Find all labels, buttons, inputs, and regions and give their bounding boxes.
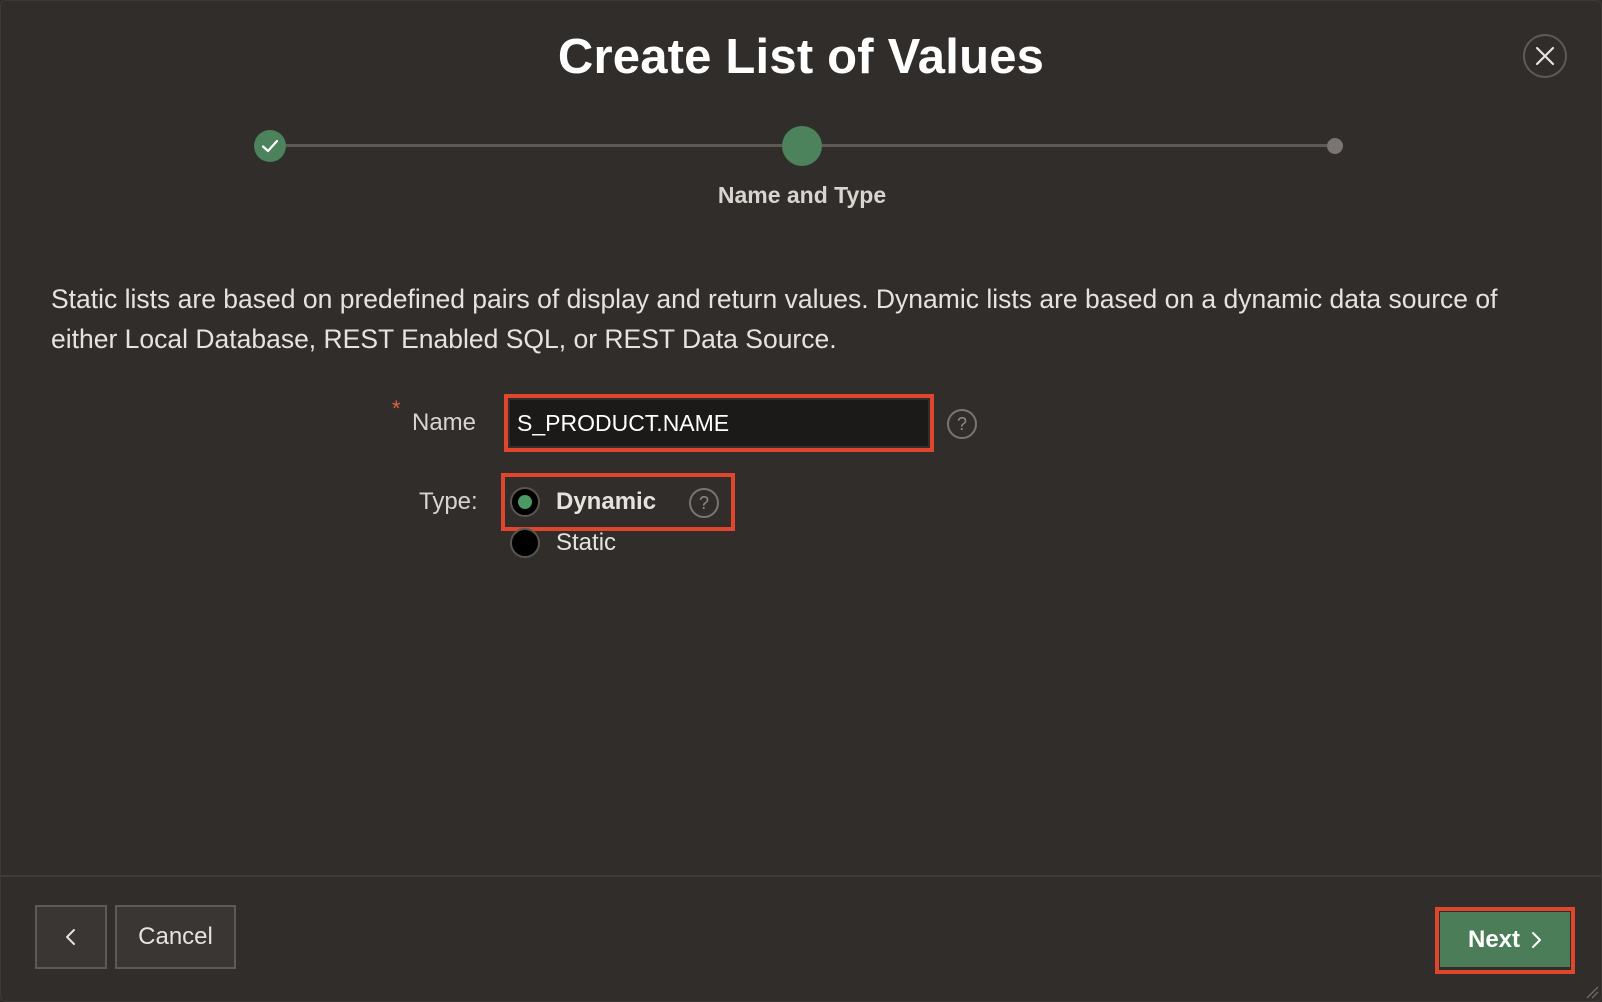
create-lov-dialog: Create List of Values Name and Type Stat… — [0, 0, 1602, 1002]
type-static-label[interactable]: Static — [556, 529, 616, 557]
checkmark-icon — [261, 139, 279, 153]
resize-grip-icon[interactable] — [1583, 983, 1599, 999]
step-2-current — [782, 126, 822, 166]
next-button[interactable]: Next — [1440, 912, 1570, 967]
step-3-pending — [1327, 138, 1343, 154]
chevron-right-icon — [1532, 931, 1542, 948]
footer-divider — [1, 875, 1601, 877]
type-dynamic-label[interactable]: Dynamic — [556, 488, 656, 516]
type-label: Type: — [419, 488, 478, 515]
name-label: Name — [412, 409, 477, 436]
name-help-icon[interactable]: ? — [947, 409, 977, 439]
current-step-label: Name and Type — [717, 182, 887, 208]
name-input[interactable] — [510, 400, 928, 446]
step-1-completed — [254, 130, 286, 162]
close-button[interactable] — [1523, 34, 1567, 78]
dialog-title: Create List of Values — [557, 30, 1045, 84]
back-button[interactable] — [35, 905, 107, 969]
type-static-radio[interactable] — [510, 528, 540, 558]
next-button-label: Next — [1467, 925, 1521, 953]
type-dynamic-radio[interactable] — [510, 487, 540, 517]
description-text: Static lists are based on predefined pai… — [51, 284, 1498, 354]
chevron-left-icon — [66, 929, 75, 945]
type-help-icon[interactable]: ? — [689, 488, 719, 518]
close-icon — [1535, 46, 1555, 66]
required-indicator: * — [392, 396, 401, 421]
cancel-button[interactable]: Cancel — [115, 905, 236, 969]
